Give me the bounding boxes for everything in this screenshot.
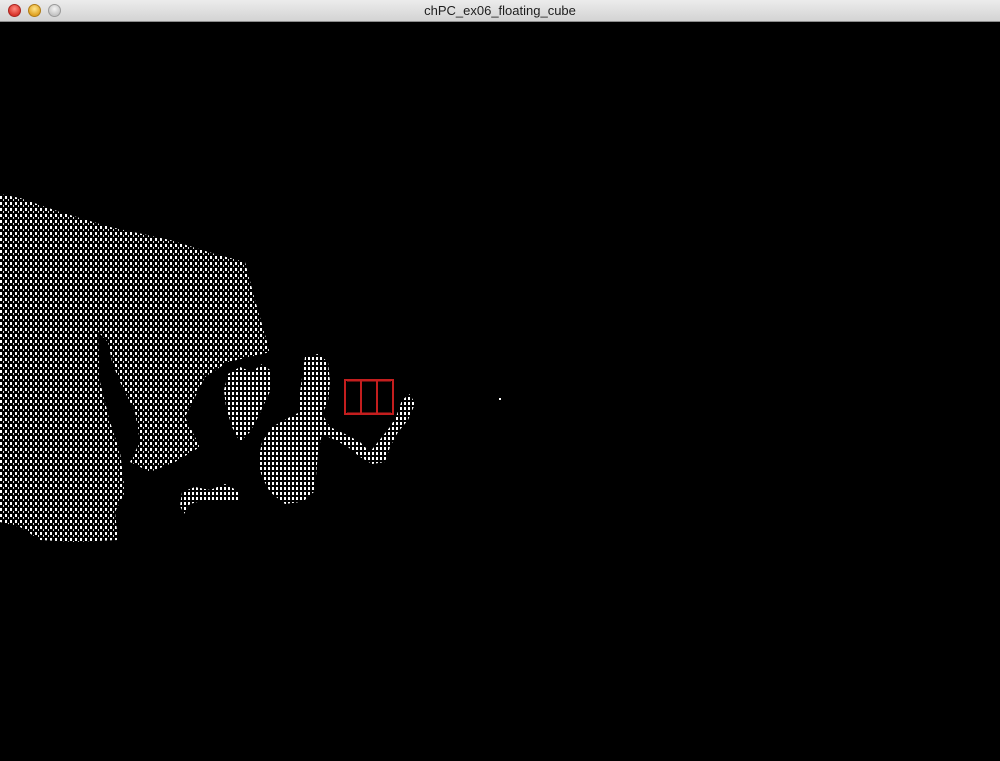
floor-fragment-1: [180, 484, 240, 514]
point-cloud-view: [0, 194, 501, 542]
person-point-cloud: [258, 354, 415, 504]
title-bar[interactable]: chPC_ex06_floating_cube: [0, 0, 1000, 22]
floating-cube: [344, 379, 394, 415]
app-window: chPC_ex06_floating_cube: [0, 0, 1000, 761]
render-canvas[interactable]: [0, 22, 1000, 761]
stray-point: [499, 398, 501, 400]
window-title: chPC_ex06_floating_cube: [424, 3, 576, 18]
shadow-hand-point-cloud: [224, 364, 272, 442]
